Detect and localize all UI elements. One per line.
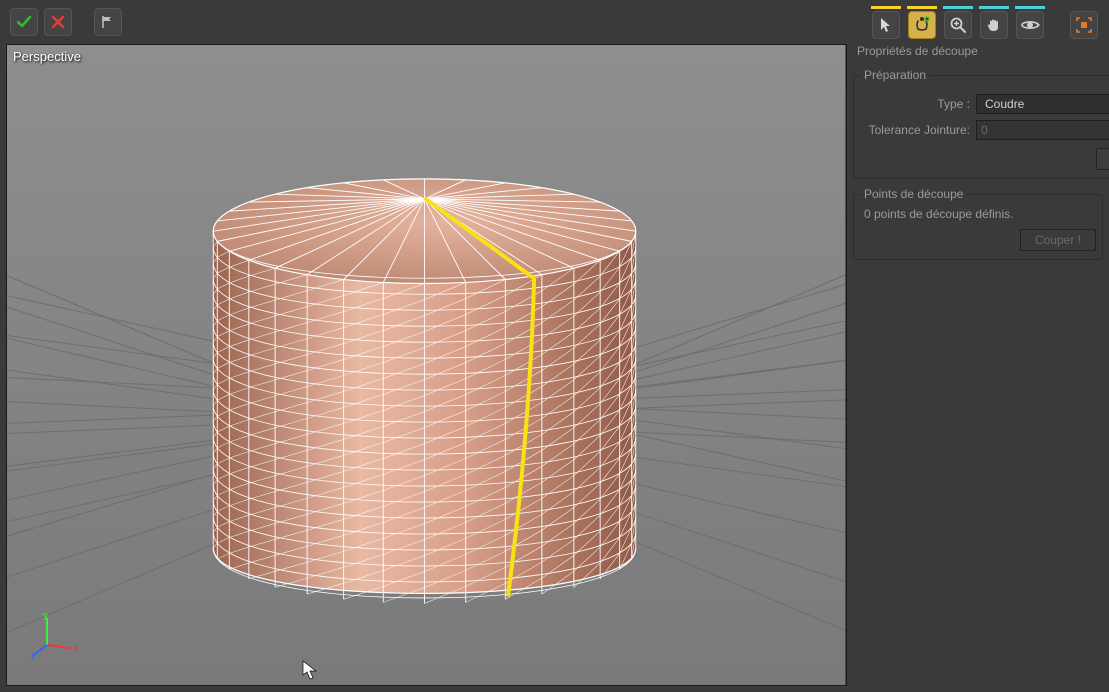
select-tool[interactable] bbox=[872, 11, 900, 39]
panel-title: Propriétés de découpe bbox=[853, 44, 1103, 60]
3d-viewport[interactable]: Perspective x y z bbox=[6, 44, 847, 686]
viewport-canvas bbox=[7, 45, 846, 685]
flag-button[interactable] bbox=[94, 8, 122, 36]
properties-panel: Propriétés de découpe Préparation Type :… bbox=[853, 44, 1109, 692]
type-combo[interactable]: Coudre bbox=[976, 94, 1109, 114]
accept-button[interactable] bbox=[10, 8, 38, 36]
frame-selection-button[interactable] bbox=[1070, 11, 1098, 39]
top-toolbar bbox=[0, 0, 1109, 44]
pan-tool[interactable] bbox=[980, 11, 1008, 39]
cut-points-group: Points de découpe 0 points de découpe dé… bbox=[853, 187, 1103, 260]
orbit-tool[interactable] bbox=[1016, 11, 1044, 39]
preparation-legend: Préparation bbox=[860, 68, 930, 82]
cut-points-legend: Points de découpe bbox=[860, 187, 967, 201]
type-label: Type : bbox=[860, 97, 970, 111]
cancel-button[interactable] bbox=[44, 8, 72, 36]
viewport-tool-group bbox=[871, 6, 1099, 39]
tolerance-label: Tolerance Jointure: bbox=[860, 123, 970, 137]
add-point-tool[interactable] bbox=[908, 11, 936, 39]
zoom-tool[interactable] bbox=[944, 11, 972, 39]
tolerance-field bbox=[976, 120, 1109, 140]
preparation-group: Préparation Type : Coudre Tolerance Join… bbox=[853, 68, 1109, 179]
cut-points-info: 0 points de découpe définis. bbox=[860, 207, 1096, 221]
apply-button[interactable]: Appliquer bbox=[1096, 148, 1109, 170]
cut-button: Couper ! bbox=[1020, 229, 1096, 251]
